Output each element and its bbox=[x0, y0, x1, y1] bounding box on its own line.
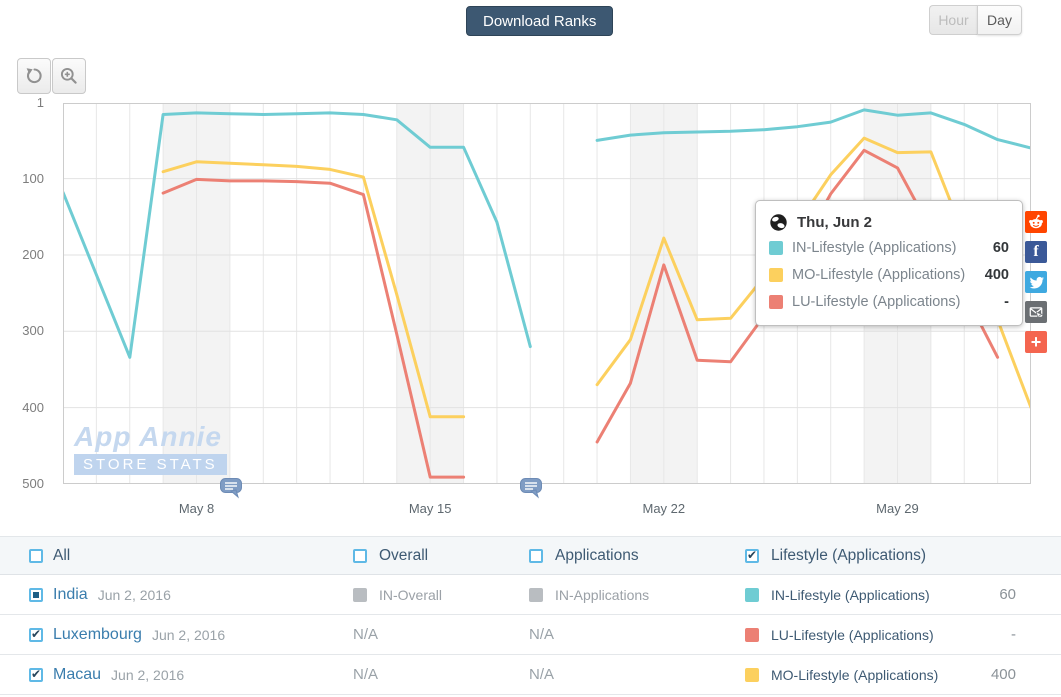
legend-swatch-in-overall[interactable] bbox=[353, 588, 367, 602]
tooltip-header: Thu, Jun 2 bbox=[769, 210, 1009, 234]
comment-bubble-icon[interactable] bbox=[519, 477, 543, 499]
column-header-applications[interactable]: Applications bbox=[555, 547, 639, 565]
share-facebook-button[interactable]: f bbox=[1025, 241, 1047, 263]
chart-tooltip: Thu, Jun 2 IN-Lifestyle (Applications) 6… bbox=[755, 200, 1023, 326]
tooltip-series-value: 400 bbox=[985, 267, 1009, 283]
legend-swatch-in-lifestyle[interactable] bbox=[745, 588, 759, 602]
plus-icon: + bbox=[1031, 333, 1042, 351]
zoom-in-icon bbox=[59, 66, 79, 86]
row-checkbox-luxembourg[interactable] bbox=[29, 628, 43, 642]
granularity-toggle: Hour Day bbox=[929, 5, 1022, 35]
row-date: Jun 2, 2016 bbox=[111, 667, 184, 683]
rank-value: 60 bbox=[999, 586, 1016, 603]
y-axis-label: 500 bbox=[0, 475, 44, 493]
tooltip-series-label: MO-Lifestyle (Applications) bbox=[792, 267, 976, 283]
comment-bubble-icon[interactable] bbox=[219, 477, 243, 499]
row-date: Jun 2, 2016 bbox=[152, 627, 225, 643]
na-value: N/A bbox=[529, 666, 554, 683]
x-axis-label: May 15 bbox=[400, 501, 460, 516]
reset-zoom-button[interactable] bbox=[17, 58, 51, 94]
legend-swatch-lu-lifestyle[interactable] bbox=[745, 628, 759, 642]
column-header-overall[interactable]: Overall bbox=[379, 547, 428, 565]
country-link-luxembourg[interactable]: Luxembourg bbox=[53, 626, 142, 644]
applications-column-checkbox[interactable] bbox=[529, 549, 543, 563]
column-header-all[interactable]: All bbox=[53, 547, 70, 565]
y-axis-label: 400 bbox=[0, 399, 44, 417]
legend-label-in-overall[interactable]: IN-Overall bbox=[379, 587, 442, 603]
y-axis-label: 200 bbox=[0, 246, 44, 264]
table-header-row: All Overall Applications Lifestyle (Appl… bbox=[0, 536, 1061, 575]
download-ranks-button[interactable]: Download Ranks bbox=[466, 6, 613, 36]
x-axis-label: May 8 bbox=[167, 501, 227, 516]
legend-swatch-mo-lifestyle[interactable] bbox=[745, 668, 759, 682]
y-axis-label: 1 bbox=[0, 94, 44, 112]
series-swatch bbox=[769, 241, 783, 255]
row-checkbox-macau[interactable] bbox=[29, 668, 43, 682]
countries-rank-table: All Overall Applications Lifestyle (Appl… bbox=[0, 536, 1061, 695]
series-swatch bbox=[769, 295, 783, 309]
column-header-lifestyle[interactable]: Lifestyle (Applications) bbox=[771, 547, 926, 565]
tooltip-date: Thu, Jun 2 bbox=[797, 214, 872, 231]
select-all-checkbox[interactable] bbox=[29, 549, 43, 563]
row-checkbox-india[interactable] bbox=[29, 588, 43, 602]
tooltip-series-label: IN-Lifestyle (Applications) bbox=[792, 240, 984, 256]
app-rank-stats-page: Download Ranks Hour Day 1 100 200 300 400 500… bbox=[0, 0, 1061, 697]
reset-rotate-icon bbox=[24, 66, 44, 86]
lifestyle-column-checkbox[interactable] bbox=[745, 549, 759, 563]
legend-label-mo-lifestyle[interactable]: MO-Lifestyle (Applications) bbox=[771, 667, 938, 683]
table-row-india: India Jun 2, 2016 IN-Overall IN-Applicat… bbox=[0, 575, 1061, 615]
share-email-button[interactable] bbox=[1025, 301, 1047, 323]
tooltip-series-row: MO-Lifestyle (Applications) 400 bbox=[769, 261, 1009, 288]
reddit-icon bbox=[1027, 213, 1045, 231]
email-icon bbox=[1027, 303, 1045, 321]
y-axis-label: 300 bbox=[0, 322, 44, 340]
zoom-in-button[interactable] bbox=[52, 58, 86, 94]
tooltip-series-value: - bbox=[1004, 294, 1009, 310]
table-row-macau: Macau Jun 2, 2016 N/A N/A MO-Lifestyle (… bbox=[0, 655, 1061, 695]
x-axis-label: May 29 bbox=[867, 501, 927, 516]
tooltip-series-row: LU-Lifestyle (Applications) - bbox=[769, 288, 1009, 315]
series-swatch bbox=[769, 268, 783, 282]
na-value: N/A bbox=[353, 666, 378, 683]
table-row-luxembourg: Luxembourg Jun 2, 2016 N/A N/A LU-Lifest… bbox=[0, 615, 1061, 655]
country-link-india[interactable]: India bbox=[53, 586, 88, 604]
overall-column-checkbox[interactable] bbox=[353, 549, 367, 563]
share-reddit-button[interactable] bbox=[1025, 211, 1047, 233]
day-toggle-button[interactable]: Day bbox=[977, 5, 1022, 35]
country-link-macau[interactable]: Macau bbox=[53, 666, 101, 684]
twitter-icon bbox=[1029, 275, 1044, 290]
rank-value: 400 bbox=[991, 666, 1016, 683]
legend-swatch-in-applications[interactable] bbox=[529, 588, 543, 602]
share-more-button[interactable]: + bbox=[1025, 331, 1047, 353]
facebook-icon: f bbox=[1033, 243, 1038, 261]
globe-icon bbox=[769, 213, 788, 232]
row-date: Jun 2, 2016 bbox=[98, 587, 171, 603]
hour-toggle-button[interactable]: Hour bbox=[929, 5, 977, 35]
na-value: N/A bbox=[529, 626, 554, 643]
legend-label-in-lifestyle[interactable]: IN-Lifestyle (Applications) bbox=[771, 587, 930, 603]
rank-value: - bbox=[1011, 626, 1016, 643]
tooltip-series-row: IN-Lifestyle (Applications) 60 bbox=[769, 234, 1009, 261]
share-twitter-button[interactable] bbox=[1025, 271, 1047, 293]
legend-label-lu-lifestyle[interactable]: LU-Lifestyle (Applications) bbox=[771, 627, 934, 643]
legend-label-in-applications[interactable]: IN-Applications bbox=[555, 587, 649, 603]
na-value: N/A bbox=[353, 626, 378, 643]
tooltip-series-value: 60 bbox=[993, 240, 1009, 256]
x-axis-label: May 22 bbox=[634, 501, 694, 516]
social-share-stack: f + bbox=[1025, 211, 1047, 361]
tooltip-series-label: LU-Lifestyle (Applications) bbox=[792, 294, 995, 310]
y-axis-label: 100 bbox=[0, 170, 44, 188]
